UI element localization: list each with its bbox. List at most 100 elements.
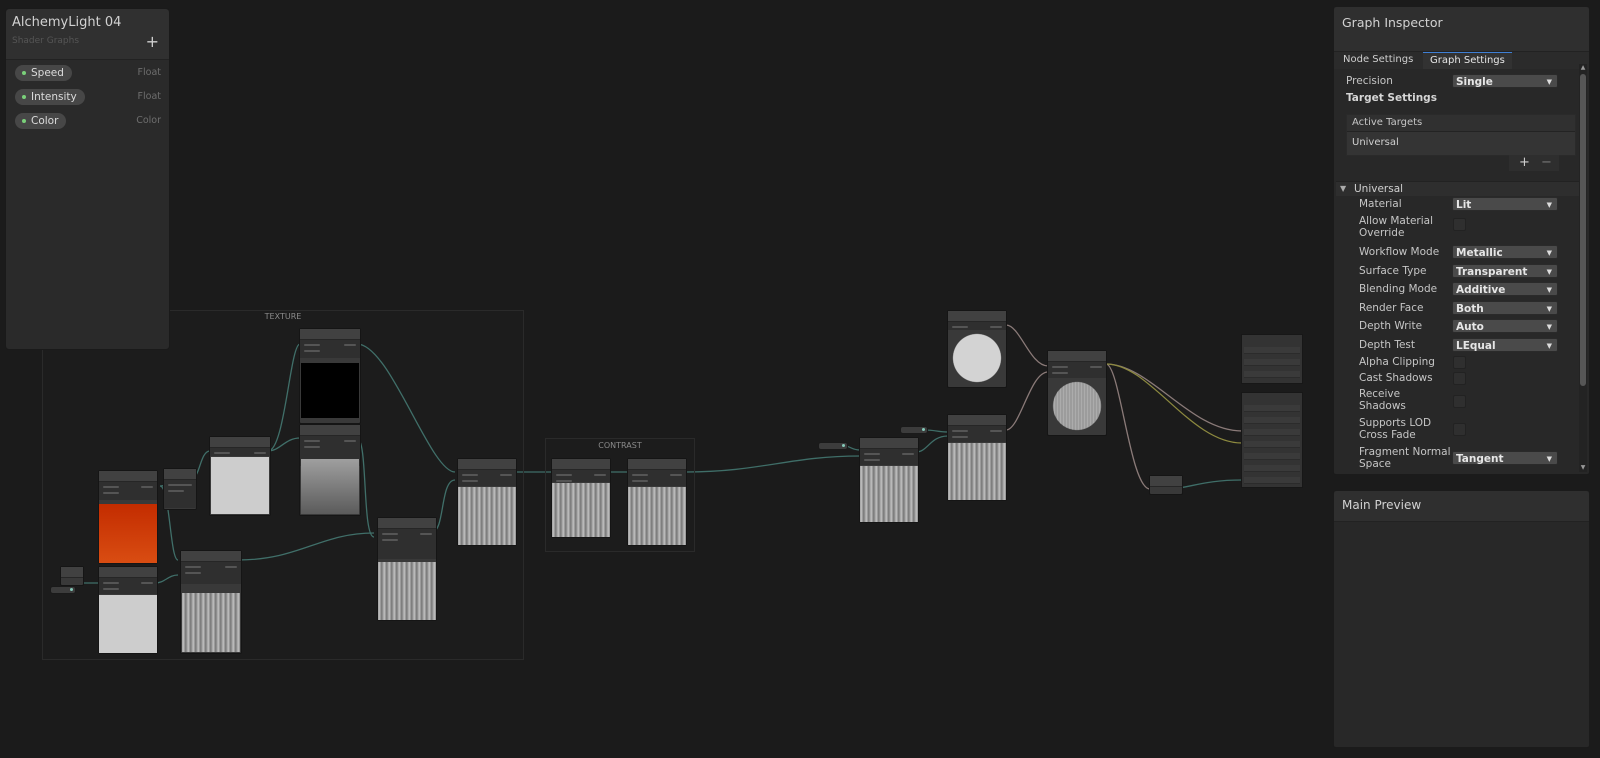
- property-row-color[interactable]: Color Color: [15, 113, 161, 131]
- node-add[interactable]: [457, 458, 517, 546]
- fragment-stack[interactable]: [1241, 392, 1303, 488]
- workflow-mode-dropdown[interactable]: Metallic ▼: [1452, 245, 1558, 259]
- main-preview-header: Main Preview: [1334, 491, 1589, 522]
- node-preview-gradient: [301, 459, 359, 514]
- node-preview-noise-5: [628, 487, 686, 545]
- setting-label-material: Material: [1359, 198, 1402, 210]
- node-preview-noise-3: [458, 487, 516, 545]
- property-name: Color: [31, 115, 59, 127]
- tab-graph-settings[interactable]: Graph Settings: [1423, 52, 1512, 69]
- chevron-down-icon: ▼: [1546, 305, 1552, 313]
- precision-dropdown[interactable]: Single ▼: [1452, 74, 1558, 88]
- add-property-button[interactable]: +: [146, 32, 159, 51]
- main-preview-panel[interactable]: Main Preview: [1333, 490, 1590, 748]
- property-type: Float: [137, 67, 161, 78]
- node-smoothstep[interactable]: [299, 424, 361, 516]
- property-node-intensity[interactable]: [818, 442, 848, 450]
- blackboard-subtitle: Shader Graphs: [12, 36, 80, 46]
- node-preview-noise: [182, 593, 240, 652]
- node-multiply-intensity[interactable]: [859, 437, 919, 523]
- setting-label-fragment-normal-space: Fragment Normal Space: [1359, 446, 1451, 470]
- property-name: Speed: [31, 67, 64, 79]
- setting-label-cast-shadows: Cast Shadows: [1359, 372, 1433, 384]
- depth-write-dropdown[interactable]: Auto ▼: [1452, 319, 1558, 333]
- blending-mode-dropdown[interactable]: Additive ▼: [1452, 282, 1558, 296]
- render-face-dropdown[interactable]: Both ▼: [1452, 301, 1558, 315]
- remove-target-button[interactable]: −: [1541, 155, 1552, 171]
- node-multiply-color[interactable]: [947, 414, 1007, 501]
- setting-label-blending-mode: Blending Mode: [1359, 283, 1438, 295]
- active-targets-list[interactable]: Active Targets Universal: [1346, 114, 1576, 156]
- property-node-color[interactable]: [900, 426, 928, 434]
- setting-label-alpha-clipping: Alpha Clipping: [1359, 356, 1435, 368]
- property-row-intensity[interactable]: Intensity Float: [15, 89, 161, 107]
- blackboard-panel[interactable]: AlchemyLight 04 Shader Graphs + Speed Fl…: [5, 8, 170, 350]
- receive-shadows-checkbox[interactable]: [1453, 395, 1466, 408]
- node-power-top[interactable]: [299, 328, 361, 424]
- cast-shadows-checkbox[interactable]: [1453, 372, 1466, 385]
- setting-label-workflow-mode: Workflow Mode: [1359, 246, 1440, 258]
- node-contrast-b[interactable]: [627, 458, 687, 546]
- property-type: Float: [137, 91, 161, 102]
- depth-test-dropdown[interactable]: LEqual ▼: [1452, 338, 1558, 352]
- node-preview-color: [99, 504, 157, 563]
- node-split[interactable]: [163, 468, 197, 510]
- chevron-down-icon: ▼: [1546, 249, 1552, 257]
- inspector-title: Graph Inspector: [1342, 15, 1443, 30]
- node-one-minus[interactable]: [209, 436, 271, 516]
- blackboard-title: AlchemyLight 04: [12, 15, 122, 30]
- shader-graph-canvas[interactable]: TEXTURE CONTRAST AlchemyLight 04 Shader …: [0, 0, 1600, 758]
- active-targets-header: Active Targets: [1347, 115, 1575, 132]
- node-preview-white-2: [99, 595, 157, 653]
- property-pill[interactable]: Intensity: [15, 89, 85, 105]
- property-row-speed[interactable]: Speed Float: [15, 65, 161, 83]
- tab-node-settings[interactable]: Node Settings: [1336, 52, 1420, 68]
- node-preview-noise-7: [948, 443, 1006, 500]
- render-face-value: Both: [1456, 303, 1484, 315]
- scrollbar-thumb[interactable]: [1580, 74, 1586, 386]
- supports-lod-cross-fade-checkbox[interactable]: [1453, 423, 1466, 436]
- node-time[interactable]: [60, 566, 84, 586]
- node-fresnel[interactable]: [947, 310, 1007, 388]
- inspector-tabs: Node Settings Graph Settings: [1334, 52, 1589, 69]
- node-multiply-speed[interactable]: [98, 566, 158, 654]
- scroll-up-arrow-icon[interactable]: ▲: [1579, 64, 1587, 72]
- add-target-button[interactable]: +: [1519, 155, 1530, 171]
- exposed-dot-icon: [22, 119, 26, 123]
- property-pill[interactable]: Speed: [15, 65, 72, 81]
- universal-section-header[interactable]: ▼ Universal: [1336, 181, 1579, 196]
- setting-label-receive-shadows: Receive Shadows: [1359, 388, 1406, 412]
- surface-type-dropdown[interactable]: Transparent ▼: [1452, 264, 1558, 278]
- workflow-mode-value: Metallic: [1456, 247, 1503, 259]
- setting-label-depth-test: Depth Test: [1359, 339, 1415, 351]
- setting-label-supports-lod-cross-fade: Supports LOD Cross Fade: [1359, 417, 1432, 441]
- target-settings-label: Target Settings: [1346, 92, 1437, 104]
- graph-inspector[interactable]: Graph Inspector Node Settings Graph Sett…: [1333, 6, 1590, 475]
- alpha-clipping-checkbox[interactable]: [1453, 356, 1466, 369]
- blackboard-header: AlchemyLight 04 Shader Graphs +: [6, 9, 169, 60]
- material-dropdown[interactable]: Lit ▼: [1452, 197, 1558, 211]
- scroll-down-arrow-icon[interactable]: ▼: [1579, 464, 1587, 472]
- node-combine[interactable]: [1047, 350, 1107, 436]
- vertex-stack[interactable]: [1241, 334, 1303, 384]
- inspector-scrollbar[interactable]: ▲ ▼: [1579, 64, 1587, 472]
- node-noise[interactable]: [180, 550, 242, 654]
- property-pill[interactable]: Color: [15, 113, 67, 129]
- node-lerp[interactable]: [377, 517, 437, 621]
- fragment-normal-space-dropdown[interactable]: Tangent ▼: [1452, 451, 1558, 465]
- foldout-arrow-icon[interactable]: ▼: [1340, 184, 1346, 193]
- node-contrast-a[interactable]: [551, 458, 611, 538]
- property-name: Intensity: [31, 91, 77, 103]
- active-target-name: Universal: [1352, 137, 1399, 148]
- material-value: Lit: [1456, 199, 1472, 211]
- chevron-down-icon: ▼: [1546, 323, 1552, 331]
- chevron-down-icon: ▼: [1546, 455, 1552, 463]
- node-alpha-split[interactable]: [1149, 475, 1183, 495]
- precision-value: Single: [1456, 76, 1493, 88]
- node-texture-sample[interactable]: [98, 470, 158, 564]
- active-targets-label: Active Targets: [1352, 117, 1423, 128]
- property-node-speed[interactable]: [50, 586, 76, 594]
- active-target-row[interactable]: Universal: [1347, 132, 1575, 155]
- targets-add-remove: + −: [1509, 155, 1559, 171]
- allow-material-override-checkbox[interactable]: [1453, 218, 1466, 231]
